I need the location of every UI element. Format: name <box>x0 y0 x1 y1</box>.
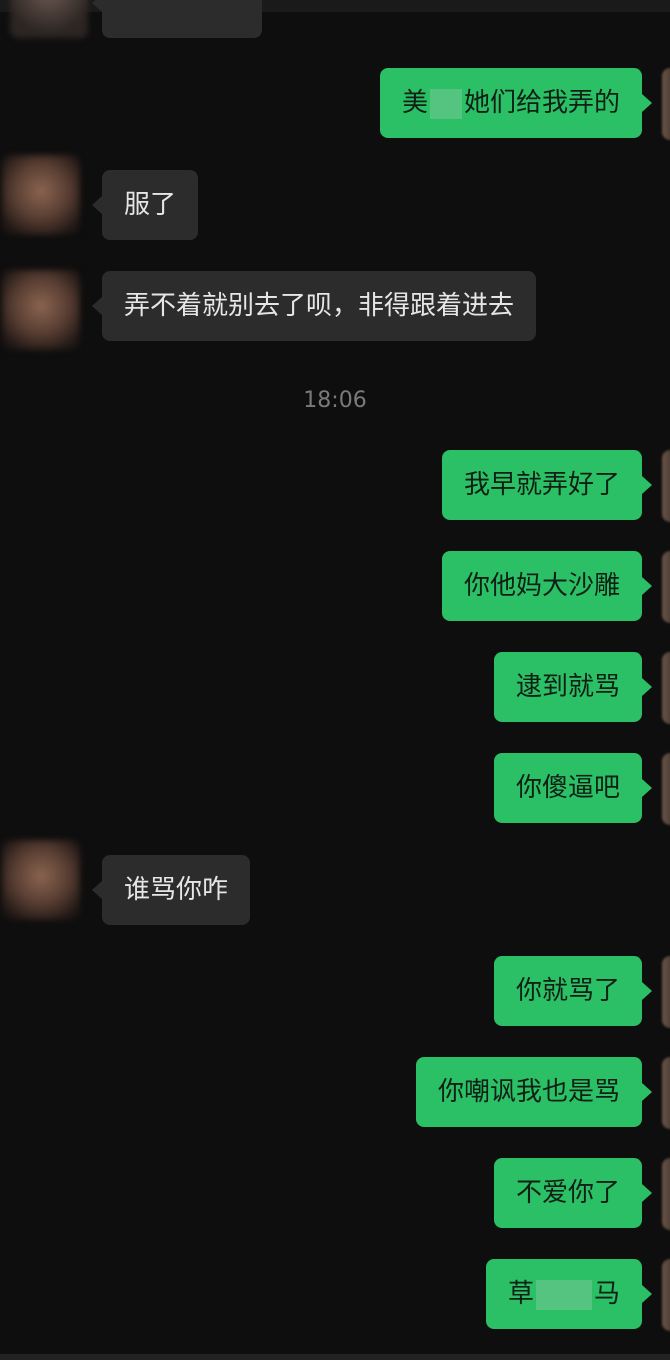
outgoing-message-bubble[interactable]: 美 她们给我弄的 <box>379 68 653 138</box>
message-text-part: 美 <box>401 88 428 118</box>
message-text-part: 草 <box>507 1279 534 1309</box>
outgoing-message-bubble[interactable]: 草马 <box>485 1259 653 1329</box>
outgoing-message-bubble[interactable]: 我早就弄好了 <box>441 450 653 520</box>
outgoing-message-bubble[interactable]: 你就骂了 <box>493 956 653 1026</box>
message-text: 我早就弄好了 <box>463 470 620 500</box>
message-text: 谁骂你咋 <box>124 875 229 905</box>
incoming-message-bubble[interactable]: 弄不着就别去了呗，非得跟着进去 <box>91 271 537 341</box>
message-text: 你就骂了 <box>515 976 620 1006</box>
message-text: 逮到就骂 <box>515 672 620 702</box>
outgoing-message-bubble[interactable]: 你嘲讽我也是骂 <box>415 1057 653 1127</box>
outgoing-message-bubble[interactable]: 逮到就骂 <box>493 652 653 722</box>
my-avatar[interactable] <box>662 753 670 825</box>
message-text: 你嘲讽我也是骂 <box>437 1077 620 1107</box>
my-avatar[interactable] <box>662 68 670 140</box>
contact-avatar[interactable] <box>2 155 80 235</box>
my-avatar[interactable] <box>662 551 670 623</box>
contact-avatar[interactable] <box>10 0 88 38</box>
message-text-part: 她们给我弄的 <box>463 88 620 118</box>
censor-block <box>535 1279 592 1310</box>
censor-block <box>429 88 462 119</box>
my-avatar[interactable] <box>662 652 670 724</box>
incoming-message-bubble[interactable]: 服了 <box>91 170 199 240</box>
bottom-edge <box>0 1354 670 1360</box>
my-avatar[interactable] <box>662 450 670 522</box>
message-text: 不爱你了 <box>515 1178 620 1208</box>
message-text: 服了 <box>124 190 177 220</box>
message-timestamp: 18:06 <box>303 388 367 413</box>
my-avatar[interactable] <box>662 1259 670 1331</box>
contact-avatar[interactable] <box>2 270 80 350</box>
contact-avatar[interactable] <box>2 840 80 920</box>
my-avatar[interactable] <box>662 956 670 1028</box>
message-text-part: 马 <box>593 1279 620 1309</box>
incoming-message-bubble-cropped[interactable] <box>92 0 262 38</box>
outgoing-message-bubble[interactable]: 你他妈大沙雕 <box>441 551 653 621</box>
message-text: 你他妈大沙雕 <box>463 571 620 601</box>
message-text: 弄不着就别去了呗，非得跟着进去 <box>124 291 515 321</box>
outgoing-message-bubble[interactable]: 你傻逼吧 <box>493 753 653 823</box>
message-text: 你傻逼吧 <box>515 773 620 803</box>
incoming-message-bubble[interactable]: 谁骂你咋 <box>91 855 251 925</box>
my-avatar[interactable] <box>662 1158 670 1230</box>
outgoing-message-bubble[interactable]: 不爱你了 <box>493 1158 653 1228</box>
my-avatar[interactable] <box>662 1057 670 1129</box>
chat-area[interactable]: 美她们给我弄的 服了 弄不着就别去了呗，非得跟着进去 18:06 我早就弄好了 … <box>0 0 670 1360</box>
